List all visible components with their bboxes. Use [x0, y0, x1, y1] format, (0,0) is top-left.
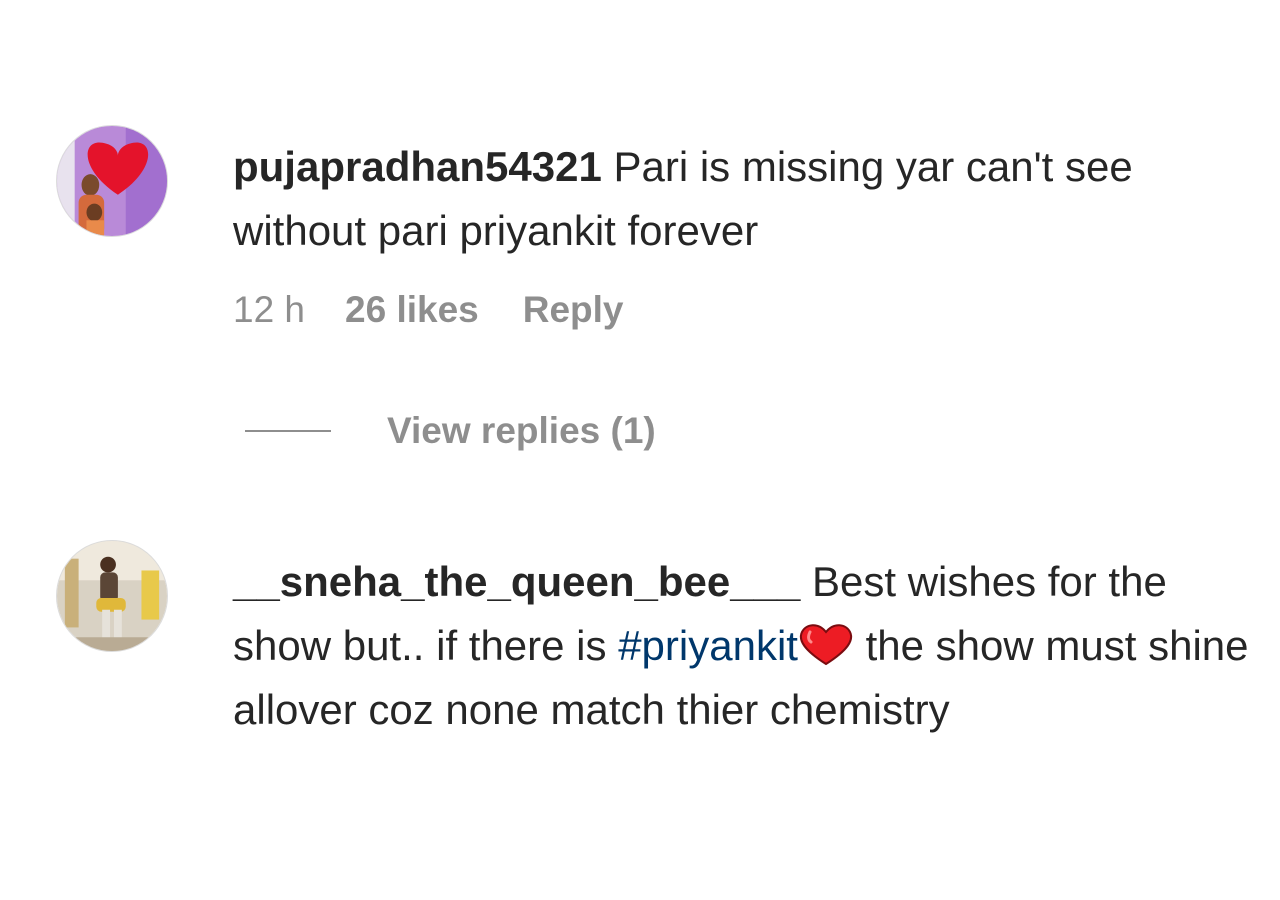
view-replies-divider — [245, 430, 331, 432]
view-replies-label[interactable]: View replies (1) — [387, 410, 656, 452]
comment-likes-count[interactable]: 26 likes — [345, 289, 479, 331]
comment-body: pujapradhan54321 Pari is missing yar can… — [233, 135, 1263, 263]
avatar-image — [57, 541, 167, 651]
comment-username[interactable]: pujapradhan54321 — [233, 143, 602, 190]
avatar[interactable] — [56, 125, 168, 237]
avatar[interactable] — [56, 540, 168, 652]
comment-username[interactable]: __sneha_the_queen_bee___ — [233, 558, 800, 605]
hashtag-link[interactable]: #priyankit — [618, 622, 798, 669]
comment-body: __sneha_the_queen_bee___ Best wishes for… — [233, 550, 1263, 742]
view-replies-button[interactable]: View replies (1) — [245, 410, 656, 452]
comment-timestamp[interactable]: 12 h — [233, 289, 305, 331]
reply-button[interactable]: Reply — [523, 289, 624, 331]
avatar-image — [57, 126, 167, 236]
red-heart-emoji-icon — [798, 620, 854, 666]
comment-meta: 12 h 26 likes Reply — [233, 289, 624, 331]
